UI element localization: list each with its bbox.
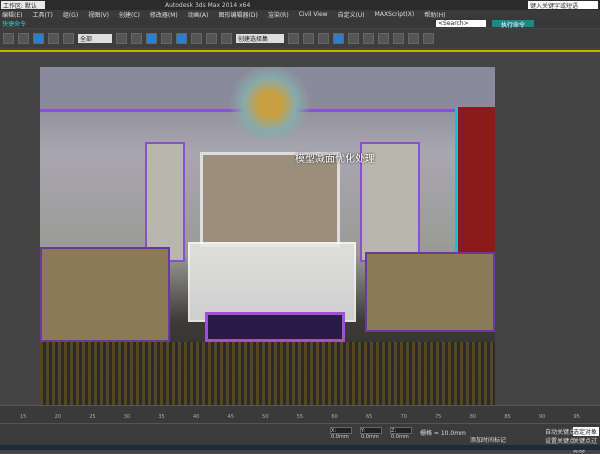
scene-render <box>40 67 495 407</box>
status-bar: X: 0.0mm Y: 0.0mm Z: 0.0mm 栅格 = 10.0mm 添… <box>0 423 600 454</box>
select-scale-icon[interactable] <box>63 33 74 44</box>
curtain <box>455 107 495 257</box>
filter-select[interactable]: 全部 <box>78 34 112 43</box>
menu-item[interactable]: Civil View <box>299 11 328 18</box>
command-label: 快捷命令 <box>2 20 27 28</box>
timeline-tick: 60 <box>331 414 338 420</box>
percent-snap-icon[interactable] <box>191 33 202 44</box>
auto-key-button[interactable]: 自动关键点 <box>545 427 575 436</box>
render-icon[interactable] <box>423 33 434 44</box>
right-chair <box>365 252 495 332</box>
snap-toggle-icon[interactable] <box>161 33 172 44</box>
workspace-select[interactable]: 工作区: 默认 <box>1 1 45 10</box>
mural <box>200 152 340 247</box>
timeline-tick: 50 <box>262 414 269 420</box>
timeline-tick: 35 <box>158 414 165 420</box>
angle-snap-icon[interactable] <box>176 33 187 44</box>
timeline-tick: 25 <box>89 414 96 420</box>
select-by-name-icon[interactable] <box>116 33 127 44</box>
timeline-tick: 15 <box>20 414 27 420</box>
select-region-icon[interactable] <box>3 33 14 44</box>
timeline-tick: 80 <box>469 414 477 420</box>
spinner-snap-icon[interactable] <box>206 33 217 44</box>
taskbar <box>0 445 600 450</box>
run-command-button[interactable]: 执行命令 <box>492 19 534 29</box>
edit-named-selection-icon[interactable] <box>221 33 232 44</box>
grid-size: 栅格 = 10.0mm <box>420 430 466 437</box>
timeline-tick: 30 <box>123 414 131 420</box>
timeline-tick: 70 <box>400 414 407 420</box>
command-search-input[interactable]: <Search> <box>436 19 486 27</box>
menu-item[interactable]: MAXScript(X) <box>375 11 415 18</box>
timeline-tick: 45 <box>227 414 234 420</box>
align-icon[interactable] <box>303 33 314 44</box>
coffee-table <box>205 312 345 342</box>
x-coordinate[interactable]: X: 0.0mm <box>330 427 352 440</box>
manipulate-icon[interactable] <box>146 33 157 44</box>
viewport[interactable]: 模型减面优化处理 <box>0 50 600 407</box>
timeline[interactable]: 15 20 25 30 35 40 45 50 55 60 65 70 75 80 85 90 95 <box>0 405 600 423</box>
timeline-tick: 90 <box>538 414 546 420</box>
help-search-input[interactable]: 键入关键字或短语 <box>528 1 598 10</box>
timeline-tick: 40 <box>192 414 200 420</box>
z-coordinate[interactable]: Z: 0.0mm <box>390 427 412 440</box>
select-move-icon[interactable] <box>33 33 44 44</box>
pivot-icon[interactable] <box>131 33 142 44</box>
selected-dropdown[interactable]: 选定对象 <box>573 427 599 436</box>
chandelier <box>225 67 315 142</box>
timeline-tick: 55 <box>296 414 304 420</box>
material-editor-icon[interactable] <box>378 33 389 44</box>
window-crossing-icon[interactable] <box>18 33 29 44</box>
menu-bar: 编辑(E) 工具(T) 组(G) 视图(V) 创建(C) 修改器(M) 动画(A) 图形编辑器… <box>0 10 600 19</box>
y-coordinate[interactable]: Y: 0.0mm <box>360 427 382 440</box>
mirror-icon[interactable] <box>288 33 299 44</box>
named-selection-set[interactable]: 创建选择集 <box>236 34 284 43</box>
left-sofa <box>40 247 170 342</box>
add-time-tag[interactable]: 添加时间标记 <box>470 435 506 444</box>
center-sofa <box>188 242 356 322</box>
title-bar: 工作区: 默认 Autodesk 3ds Max 2014 x64 键入关键字或… <box>0 0 600 10</box>
command-bar: 快捷命令 <Search> 执行命令 <box>0 18 600 29</box>
timeline-tick: 85 <box>504 414 511 420</box>
timeline-tick: 20 <box>54 414 61 420</box>
timeline-tick: 75 <box>435 414 442 420</box>
scene-explorer-icon[interactable] <box>333 33 344 44</box>
window-title: Autodesk 3ds Max 2014 x64 <box>165 1 251 9</box>
timeline-tick: 95 <box>573 414 580 420</box>
rendered-frame-icon[interactable] <box>408 33 419 44</box>
main-toolbar: 全部 创建选择集 <box>0 29 600 48</box>
render-setup-icon[interactable] <box>393 33 404 44</box>
select-rotate-icon[interactable] <box>48 33 59 44</box>
timeline-ticks: 15 20 25 30 35 40 45 50 55 60 65 70 75 80 85 90 95 <box>0 414 600 420</box>
rug <box>40 342 495 407</box>
timeline-tick: 65 <box>365 414 373 420</box>
layer-manager-icon[interactable] <box>318 33 329 44</box>
schematic-view-icon[interactable] <box>363 33 374 44</box>
overlay-text: 模型减面优化处理 <box>295 154 375 165</box>
set-key-button[interactable]: 设置关键点 <box>545 436 575 445</box>
curve-editor-icon[interactable] <box>348 33 359 44</box>
